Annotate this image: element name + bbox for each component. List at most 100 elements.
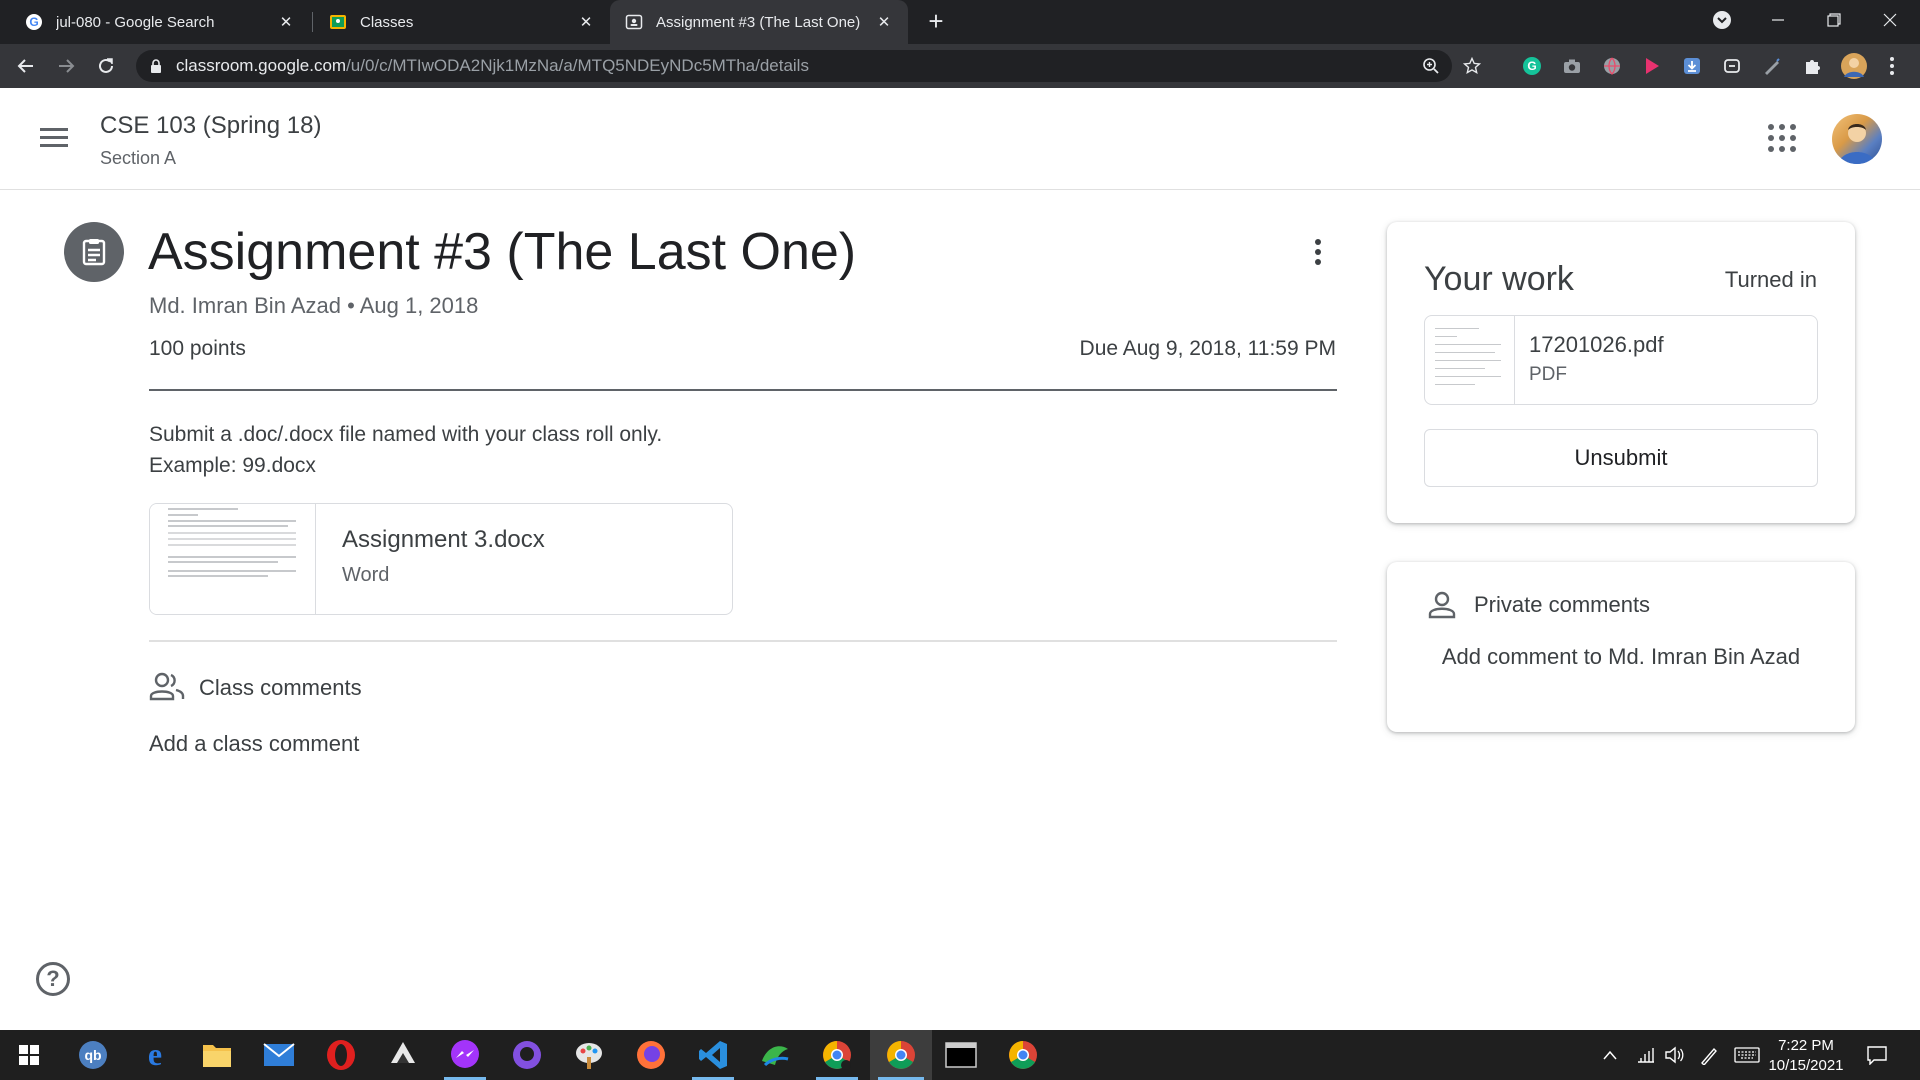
play-extension-icon[interactable] [1640,54,1664,78]
vscode-icon[interactable] [684,1030,742,1080]
help-icon[interactable]: ? [36,962,70,996]
unsubmit-button[interactable]: Unsubmit [1424,429,1818,487]
volume-icon[interactable] [1664,1030,1684,1080]
tab-classes[interactable]: Classes ✕ [314,0,610,44]
assignment-points: 100 points [149,337,246,360]
firefox-icon[interactable] [622,1030,680,1080]
attachment-name: Assignment 3.docx [342,526,545,553]
divider [149,389,1337,391]
download-extension-icon[interactable] [1680,54,1704,78]
svg-text:G: G [29,15,38,29]
people-icon [149,672,185,702]
browser-toolbar: classroom.google.com/u/0/c/MTIwODA2Njk1M… [0,44,1920,88]
attachment-type: Word [342,564,390,586]
messenger-icon[interactable] [436,1030,494,1080]
person-icon [1427,590,1457,620]
classroom-header: CSE 103 (Spring 18) Section A [0,88,1920,190]
address-bar[interactable]: classroom.google.com/u/0/c/MTIwODA2Njk1M… [136,50,1481,82]
pen-workspace-icon[interactable] [1698,1030,1718,1080]
keyboard-icon[interactable] [1734,1030,1760,1080]
submitted-file-name: 17201026.pdf [1529,332,1664,357]
minimize-icon[interactable] [1750,0,1806,40]
mail-icon[interactable] [250,1030,308,1080]
meta-separator: • [347,293,355,318]
add-class-comment-link[interactable]: Add a class comment [149,731,359,757]
chrome-dev-icon[interactable] [994,1030,1052,1080]
assignment-icon [64,222,124,282]
windows-taskbar: qb e 7:22 PM 10/15/2021 [0,1030,1920,1080]
private-comments-card: Private comments Add comment to Md. Imra… [1387,562,1855,732]
tab-search-icon[interactable] [1694,0,1750,40]
notifications-icon[interactable] [1866,1030,1888,1080]
clock-time: 7:22 PM [1778,1037,1834,1054]
tab-label: Classes [360,13,414,31]
svg-text:G: G [1527,59,1536,73]
chrome-menu-icon[interactable] [1880,54,1904,78]
camera-extension-icon[interactable] [1560,54,1584,78]
add-private-comment-link[interactable]: Add comment to Md. Imran Bin Azad [1427,638,1815,675]
file-explorer-icon[interactable] [188,1030,246,1080]
windows-start-icon[interactable] [0,1030,58,1080]
your-work-card: Your work Turned in 17201026.pdf PDF Uns… [1387,222,1855,523]
tab-google-search[interactable]: G jul-080 - Google Search ✕ [10,0,310,44]
reload-icon[interactable] [92,52,120,80]
more-options-icon[interactable] [1304,236,1332,268]
edge-icon[interactable]: e [126,1030,184,1080]
zoom-icon[interactable] [1422,50,1440,82]
network-icon[interactable] [1636,1030,1656,1080]
show-hidden-icons-icon[interactable] [1602,1030,1618,1080]
url-path: /u/0/c/MTIwODA2Njk1MzNa/a/MTQ5NDEyNDc5MT… [346,56,809,75]
your-work-title: Your work [1424,260,1574,298]
instruction-line: Submit a .doc/.docx file named with your… [149,423,663,446]
classroom-assignment-icon [624,12,644,32]
class-comments-label: Class comments [199,675,362,700]
assignment-title: Assignment #3 (The Last One) [148,223,857,281]
bookmark-star-icon[interactable] [1463,50,1481,82]
opera-icon[interactable] [312,1030,370,1080]
qbittorrent-icon[interactable]: qb [64,1030,122,1080]
google-g-icon: G [24,12,44,32]
grammarly-extension-icon[interactable]: G [1520,54,1544,78]
class-name[interactable]: CSE 103 (Spring 18) [100,112,321,140]
account-avatar[interactable] [1832,114,1882,164]
extensions-puzzle-icon[interactable] [1800,54,1824,78]
new-tab-button[interactable]: + [922,8,950,36]
instruction-line: Example: 99.docx [149,454,316,477]
window-close-icon[interactable] [1862,0,1918,40]
tab-divider [312,12,313,32]
attachment-card[interactable]: Assignment 3.docx Word [149,503,733,615]
profile-avatar[interactable] [1840,52,1868,80]
close-icon[interactable]: ✕ [874,12,894,32]
lock-icon [150,59,162,73]
divider [149,640,1337,642]
pen-extension-icon[interactable] [1760,54,1784,78]
chrome-icon[interactable] [870,1030,932,1080]
tab-assignment[interactable]: Assignment #3 (The Last One) ✕ [610,0,908,44]
globe-extension-icon[interactable] [1600,54,1624,78]
github-desktop-icon[interactable] [498,1030,556,1080]
assignment-post-date: Aug 1, 2018 [359,293,479,318]
back-icon[interactable] [12,52,40,80]
submitted-file-type: PDF [1529,364,1567,385]
tab-label: jul-080 - Google Search [56,13,215,31]
photos-app-icon[interactable] [746,1030,804,1080]
google-apps-icon[interactable] [1768,124,1796,152]
submitted-file[interactable]: 17201026.pdf PDF [1424,315,1818,405]
inkscape-icon[interactable] [374,1030,432,1080]
classroom-icon [328,12,348,32]
rectangle-extension-icon[interactable] [1720,54,1744,78]
assignment-due-date: Due Aug 9, 2018, 11:59 PM [1079,337,1336,360]
terminal-icon[interactable] [932,1030,990,1080]
tab-label: Assignment #3 (The Last One) [656,13,861,31]
forward-icon[interactable] [52,52,80,80]
assignment-instructions: Submit a .doc/.docx file named with your… [149,419,662,481]
close-icon[interactable]: ✕ [276,12,296,32]
chrome-profile-icon[interactable] [808,1030,866,1080]
close-icon[interactable]: ✕ [576,12,596,32]
restore-icon[interactable] [1806,0,1862,40]
browser-tabstrip: G jul-080 - Google Search ✕ Classes ✕ As… [0,0,1920,44]
main-menu-icon[interactable] [40,124,72,154]
status-badge: Turned in [1724,267,1817,292]
paint-icon[interactable] [560,1030,618,1080]
system-clock[interactable]: 7:22 PM 10/15/2021 [1768,1036,1844,1076]
